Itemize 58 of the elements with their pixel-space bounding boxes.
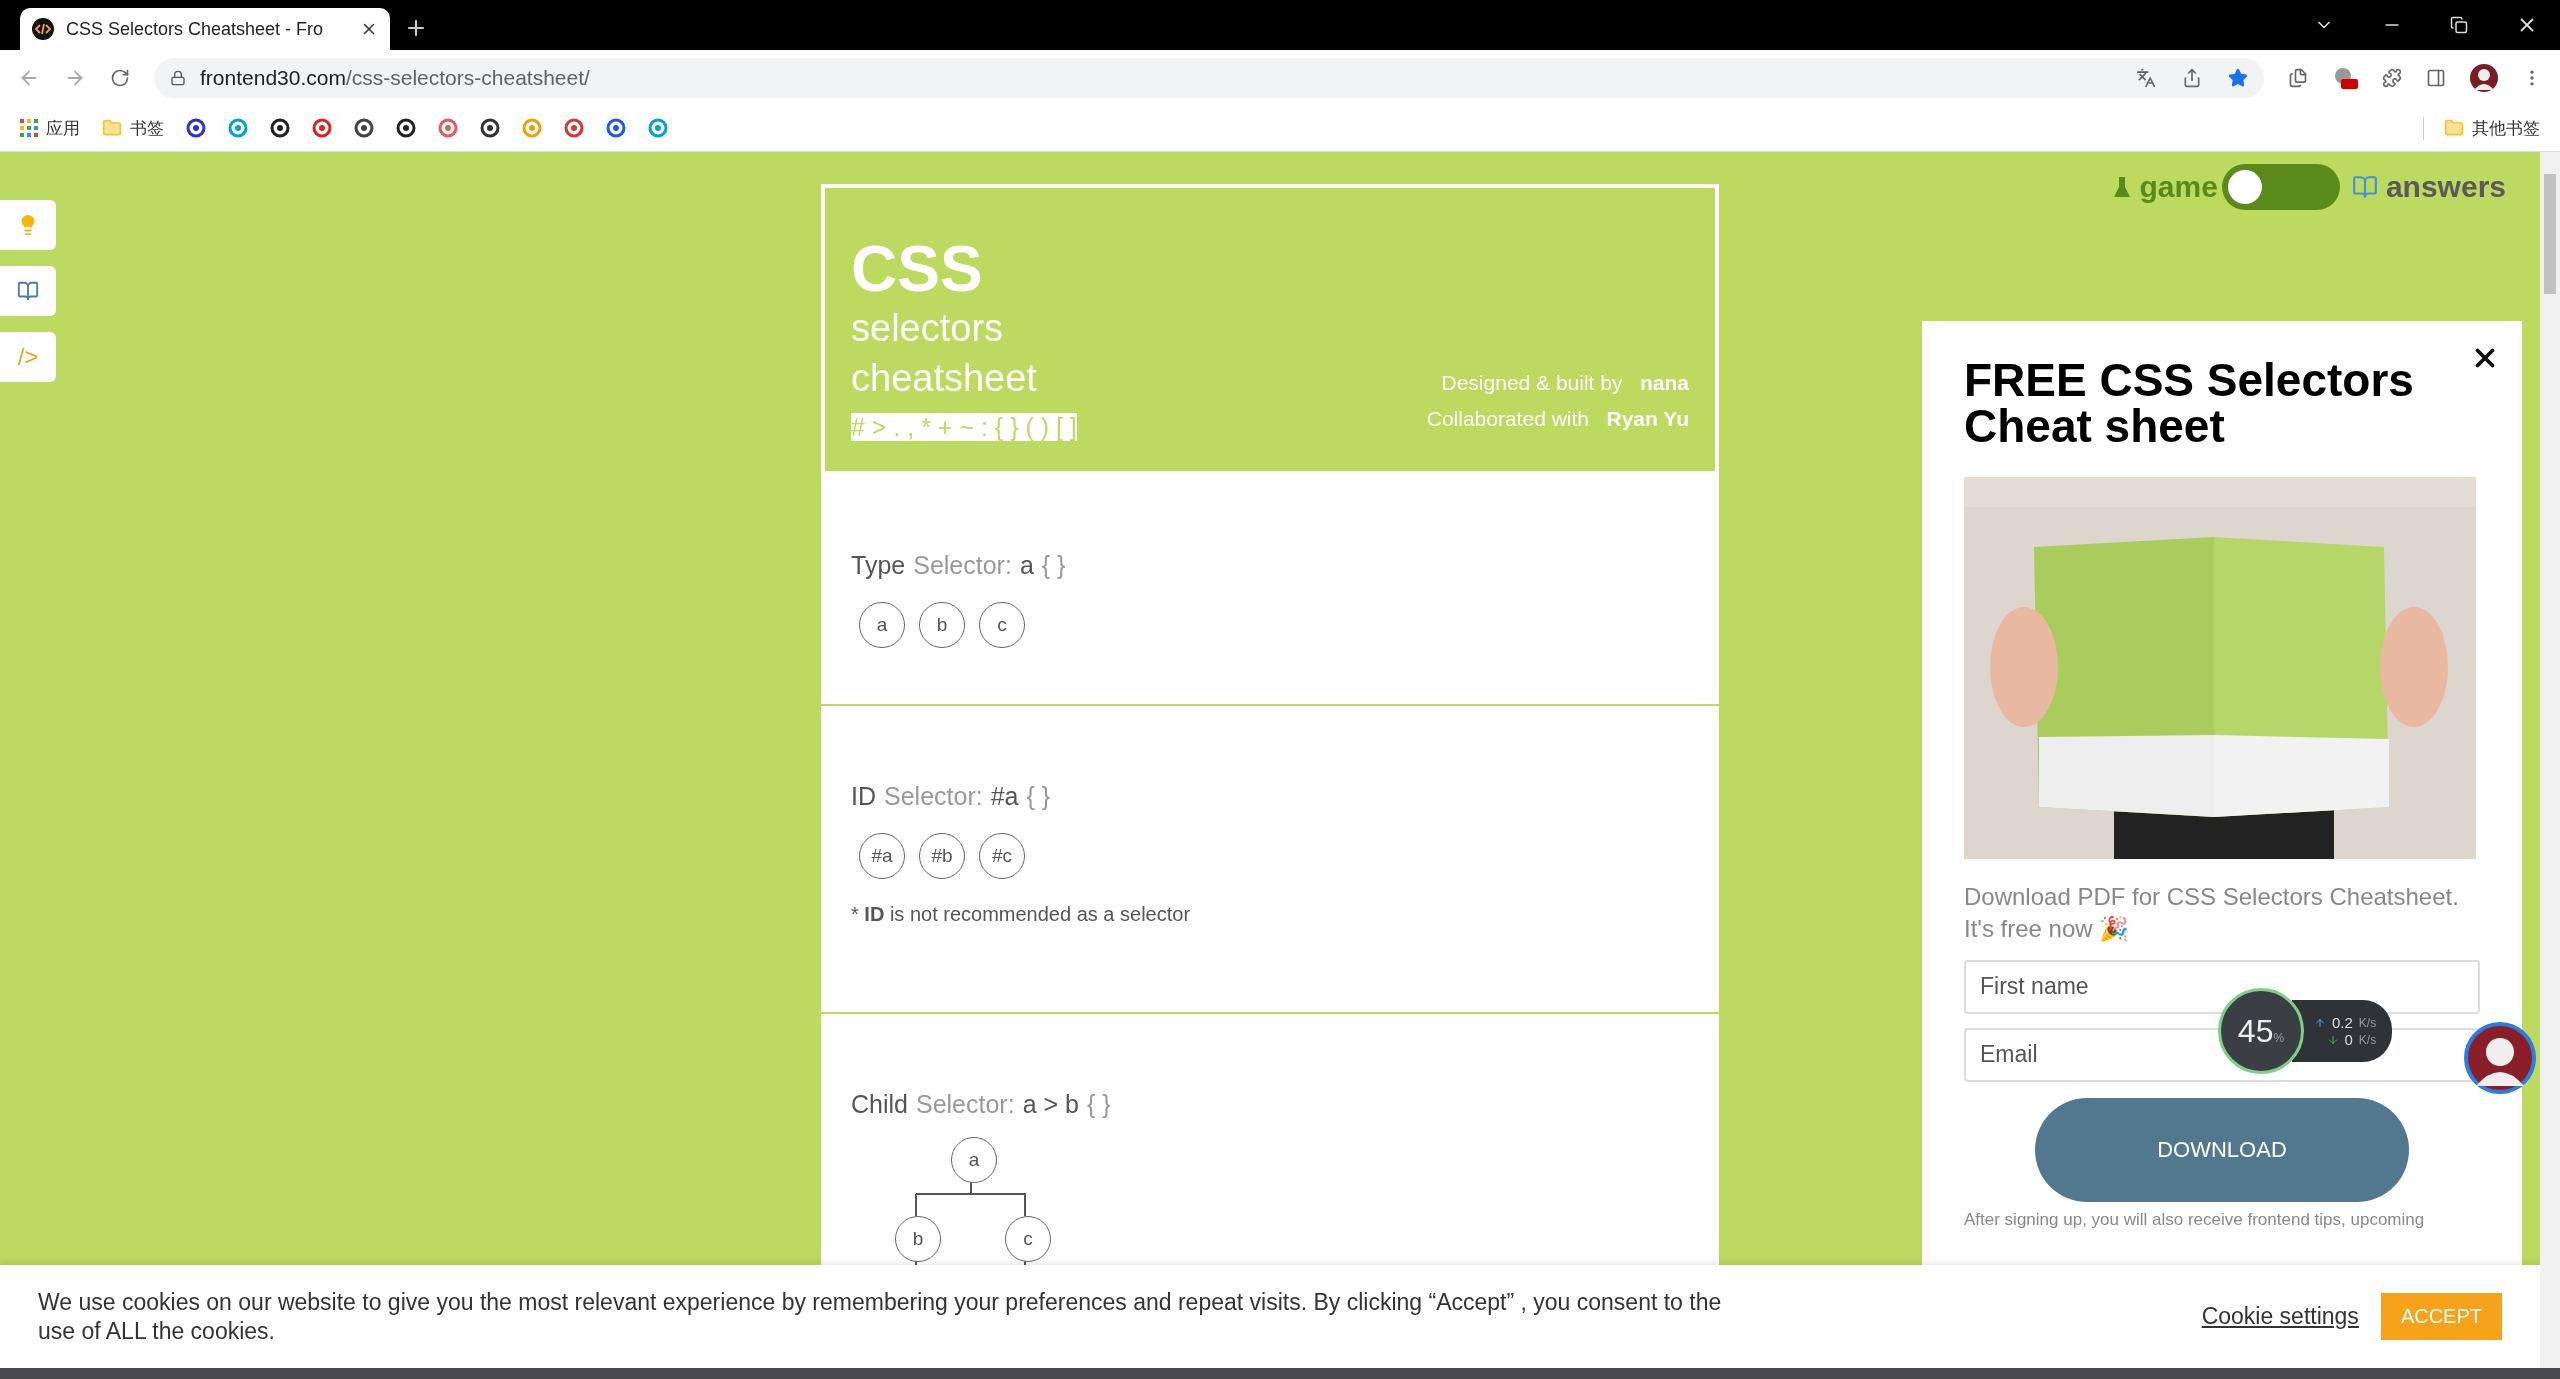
profile-avatar[interactable] [2470, 63, 2498, 92]
extensions-icon[interactable] [2382, 67, 2402, 88]
cheatsheet-subtitle: selectors [851, 306, 1005, 352]
selector-heading: Child Selector: a > b { } [851, 1090, 1112, 1120]
translate-icon[interactable] [2136, 67, 2156, 88]
address-bar[interactable]: frontend30.com/css-selectors-cheatsheet/ [154, 57, 2264, 98]
tomato-icon[interactable] [2332, 65, 2358, 90]
element-node: a [951, 1137, 997, 1184]
reload-icon[interactable] [110, 67, 130, 88]
cheatsheet-title: CSS [851, 234, 984, 305]
selector-note: *ID is not recommended as a selector [851, 903, 1192, 928]
element-node: #c [979, 833, 1025, 880]
selector-heading: ID Selector: #a { } [851, 782, 1052, 812]
popup-title: FREE CSS Selectors Cheat sheet [1964, 357, 2415, 449]
text-field[interactable]: First name [1964, 959, 2480, 1014]
credit-line: Collaborated with Ryan Yu [1426, 407, 1689, 432]
bookmark-folder[interactable]: 书签 [102, 116, 164, 140]
bookmark-folder[interactable]: 其他书签 [2423, 116, 2540, 140]
folder-icon [2444, 118, 2464, 138]
down-arrow-icon [2326, 1033, 2339, 1046]
reading-list-icon[interactable] [2288, 67, 2308, 88]
up-arrow-icon [2314, 1016, 2326, 1029]
selector-heading: Type Selector: a { } [851, 551, 1067, 581]
star-icon[interactable] [2228, 67, 2248, 88]
popup-description: Download PDF for CSS Selectors Cheatsheet. It's free now 🎉 [1964, 882, 2460, 945]
lock-icon [170, 69, 186, 86]
avatar[interactable] [2464, 1022, 2536, 1094]
game-label: game [2111, 170, 2218, 204]
apps-grid-icon [20, 119, 38, 137]
apps-shortcut[interactable]: 应用 [20, 116, 80, 140]
book-icon [2351, 174, 2378, 200]
scrollbar[interactable] [2540, 152, 2560, 1368]
download-rate: 0 K/s [2314, 1031, 2377, 1048]
element-node: b [919, 602, 965, 649]
folder-icon [102, 118, 122, 138]
element-node: c [979, 602, 1025, 649]
element-node: #b [919, 833, 965, 880]
download-button[interactable]: DOWNLOAD [2035, 1097, 2409, 1202]
fine-print: After signing up, you will also receive frontend tips, upcoming [1964, 1209, 2426, 1230]
book-button[interactable] [0, 266, 56, 316]
share-icon[interactable] [2182, 67, 2202, 88]
restore-icon[interactable] [2450, 16, 2468, 34]
cookie-settings-link[interactable]: Cookie settings [2201, 1303, 2359, 1330]
element-node: c [1005, 1216, 1051, 1263]
credit-line: Designed & built by nana [1441, 371, 1689, 396]
book-icon [17, 280, 39, 302]
element-node: b [895, 1216, 941, 1263]
cookie-text: We use cookies on our website to give you the most relevant experience by remembering your preferences and repeat visits. By clicking “Accept” , you consent to the use of ALL the cookies. [38, 1287, 1723, 1346]
element-node: #a [859, 833, 905, 880]
mode-switch[interactable] [2221, 164, 2340, 210]
symbols-strip: # > . , * + ~ : { } ( ) [ ] [851, 413, 1077, 442]
browser-tab[interactable]: CSS Selectors Cheatsheet - Fro [20, 8, 390, 50]
element-node: a [859, 602, 905, 649]
cheatsheet-subtitle: cheatsheet [851, 355, 1038, 401]
code-icon [32, 18, 54, 40]
flask-icon [2111, 175, 2132, 199]
side-panel-icon[interactable] [2426, 67, 2446, 88]
answers-label: answers [2351, 170, 2506, 204]
